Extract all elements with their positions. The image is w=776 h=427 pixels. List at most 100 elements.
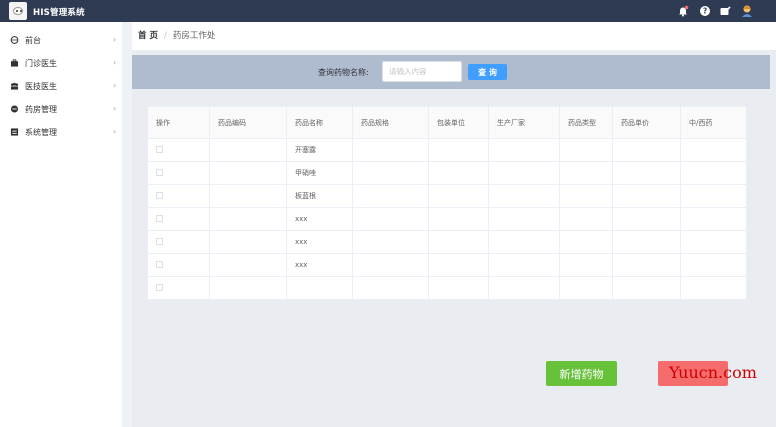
- table-cell: [488, 161, 560, 185]
- row-checkbox[interactable]: [156, 145, 163, 153]
- row-checkbox-cell[interactable]: [147, 207, 210, 231]
- table-row[interactable]: 甲硝唑: [147, 161, 747, 185]
- breadcrumb-home[interactable]: 首 页: [138, 31, 158, 41]
- system-icon: [10, 128, 19, 136]
- sidebar-item-label: 药房管理: [25, 105, 57, 114]
- chevron-right-icon: ›: [113, 127, 117, 136]
- table-cell: [612, 276, 681, 300]
- table-cell: [559, 207, 613, 231]
- table-cell: [559, 230, 613, 254]
- sidebar-item-label: 前台: [25, 36, 41, 45]
- table-cell: [428, 207, 489, 231]
- pill-icon: [10, 105, 19, 113]
- sidebar-item-front-desk[interactable]: 前台 ›: [0, 30, 123, 50]
- table-row[interactable]: 开塞露: [147, 138, 747, 162]
- table-cell: [680, 207, 747, 231]
- search-input[interactable]: [382, 61, 462, 82]
- chevron-right-icon: ›: [113, 58, 117, 67]
- column-header: 药品单价: [612, 106, 681, 139]
- table-cell: [488, 138, 560, 162]
- top-bar: HIS管理系统 ?: [0, 0, 776, 22]
- table-cell: [680, 230, 747, 254]
- table-cell: [352, 230, 429, 254]
- table-cell: [428, 276, 489, 300]
- table-cell: [209, 207, 287, 231]
- table-header: 操作 药品编码 药品名称 药品规格 包装单位 生产厂家 药品类型 药品单价 中/西药: [147, 106, 747, 139]
- watermark: Yuucn.com: [669, 363, 757, 382]
- table-cell: [559, 161, 613, 185]
- app-logo: [9, 2, 27, 20]
- row-checkbox-cell[interactable]: [147, 276, 210, 300]
- table-cell: [559, 276, 613, 300]
- mail-icon[interactable]: [719, 5, 731, 17]
- table-cell: [680, 161, 747, 185]
- sidebar-item-label: 医技医生: [25, 82, 57, 91]
- table-cell: xxx: [286, 253, 353, 277]
- table-cell: [680, 276, 747, 300]
- table-cell: [209, 253, 287, 277]
- row-checkbox-cell[interactable]: [147, 161, 210, 185]
- table-cell: [612, 184, 681, 208]
- svg-text:?: ?: [703, 7, 707, 16]
- table-cell: [559, 184, 613, 208]
- table-cell: [209, 230, 287, 254]
- table-row[interactable]: xxx: [147, 207, 747, 231]
- row-checkbox[interactable]: [156, 283, 163, 291]
- breadcrumb: 首 页 / 药房工作处: [138, 29, 215, 41]
- table-cell: [612, 161, 681, 185]
- row-checkbox[interactable]: [156, 191, 163, 199]
- table-cell: [488, 253, 560, 277]
- table-cell: [559, 138, 613, 162]
- table-cell: [352, 276, 429, 300]
- search-button[interactable]: 查 询: [468, 64, 507, 80]
- people-icon: [10, 82, 19, 90]
- table-row[interactable]: xxx: [147, 230, 747, 254]
- table-cell: 板蓝根: [286, 184, 353, 208]
- table-row[interactable]: 板蓝根: [147, 184, 747, 208]
- briefcase-icon: [10, 59, 19, 67]
- table-cell: [488, 230, 560, 254]
- bell-icon[interactable]: [677, 5, 689, 17]
- sidebar-item-system[interactable]: 系统管理 ›: [0, 122, 123, 142]
- help-icon[interactable]: ?: [699, 5, 711, 17]
- row-checkbox[interactable]: [156, 214, 163, 222]
- table-cell: [612, 138, 681, 162]
- table-cell: xxx: [286, 207, 353, 231]
- row-checkbox[interactable]: [156, 260, 163, 268]
- column-header: 生产厂家: [488, 106, 560, 139]
- sidebar-item-pharmacy[interactable]: 药房管理 ›: [0, 99, 123, 119]
- table-cell: [352, 138, 429, 162]
- table-row[interactable]: [147, 276, 747, 300]
- table-cell: [488, 207, 560, 231]
- row-checkbox-cell[interactable]: [147, 253, 210, 277]
- column-header: 药品编码: [209, 106, 287, 139]
- sidebar-item-outpatient[interactable]: 门诊医生 ›: [0, 53, 123, 73]
- table-cell: [428, 161, 489, 185]
- chevron-right-icon: ›: [113, 104, 117, 113]
- globe-icon: [10, 36, 19, 44]
- table-cell: [428, 138, 489, 162]
- table-cell: 开塞露: [286, 138, 353, 162]
- table-row[interactable]: xxx: [147, 253, 747, 277]
- sidebar-item-label: 门诊医生: [25, 59, 57, 68]
- row-checkbox-cell[interactable]: [147, 184, 210, 208]
- table-cell: [209, 161, 287, 185]
- breadcrumb-separator: /: [163, 31, 167, 41]
- table-cell: [352, 161, 429, 185]
- table-cell: [612, 207, 681, 231]
- table-cell: [352, 207, 429, 231]
- chevron-right-icon: ›: [113, 81, 117, 90]
- search-label: 查询药物名称:: [318, 68, 369, 77]
- table-cell: [680, 253, 747, 277]
- user-avatar-icon[interactable]: [740, 4, 754, 18]
- sidebar-item-medtech[interactable]: 医技医生 ›: [0, 76, 123, 96]
- sidebar: 前台 › 门诊医生 › 医技医生 › 药房管理 › 系统管理 ›: [0, 22, 123, 427]
- column-header: 中/西药: [680, 106, 747, 139]
- table-cell: [209, 276, 287, 300]
- add-drug-button[interactable]: 新增药物: [546, 361, 617, 386]
- table-cell: [209, 184, 287, 208]
- row-checkbox[interactable]: [156, 168, 163, 176]
- row-checkbox-cell[interactable]: [147, 230, 210, 254]
- row-checkbox-cell[interactable]: [147, 138, 210, 162]
- row-checkbox[interactable]: [156, 237, 163, 245]
